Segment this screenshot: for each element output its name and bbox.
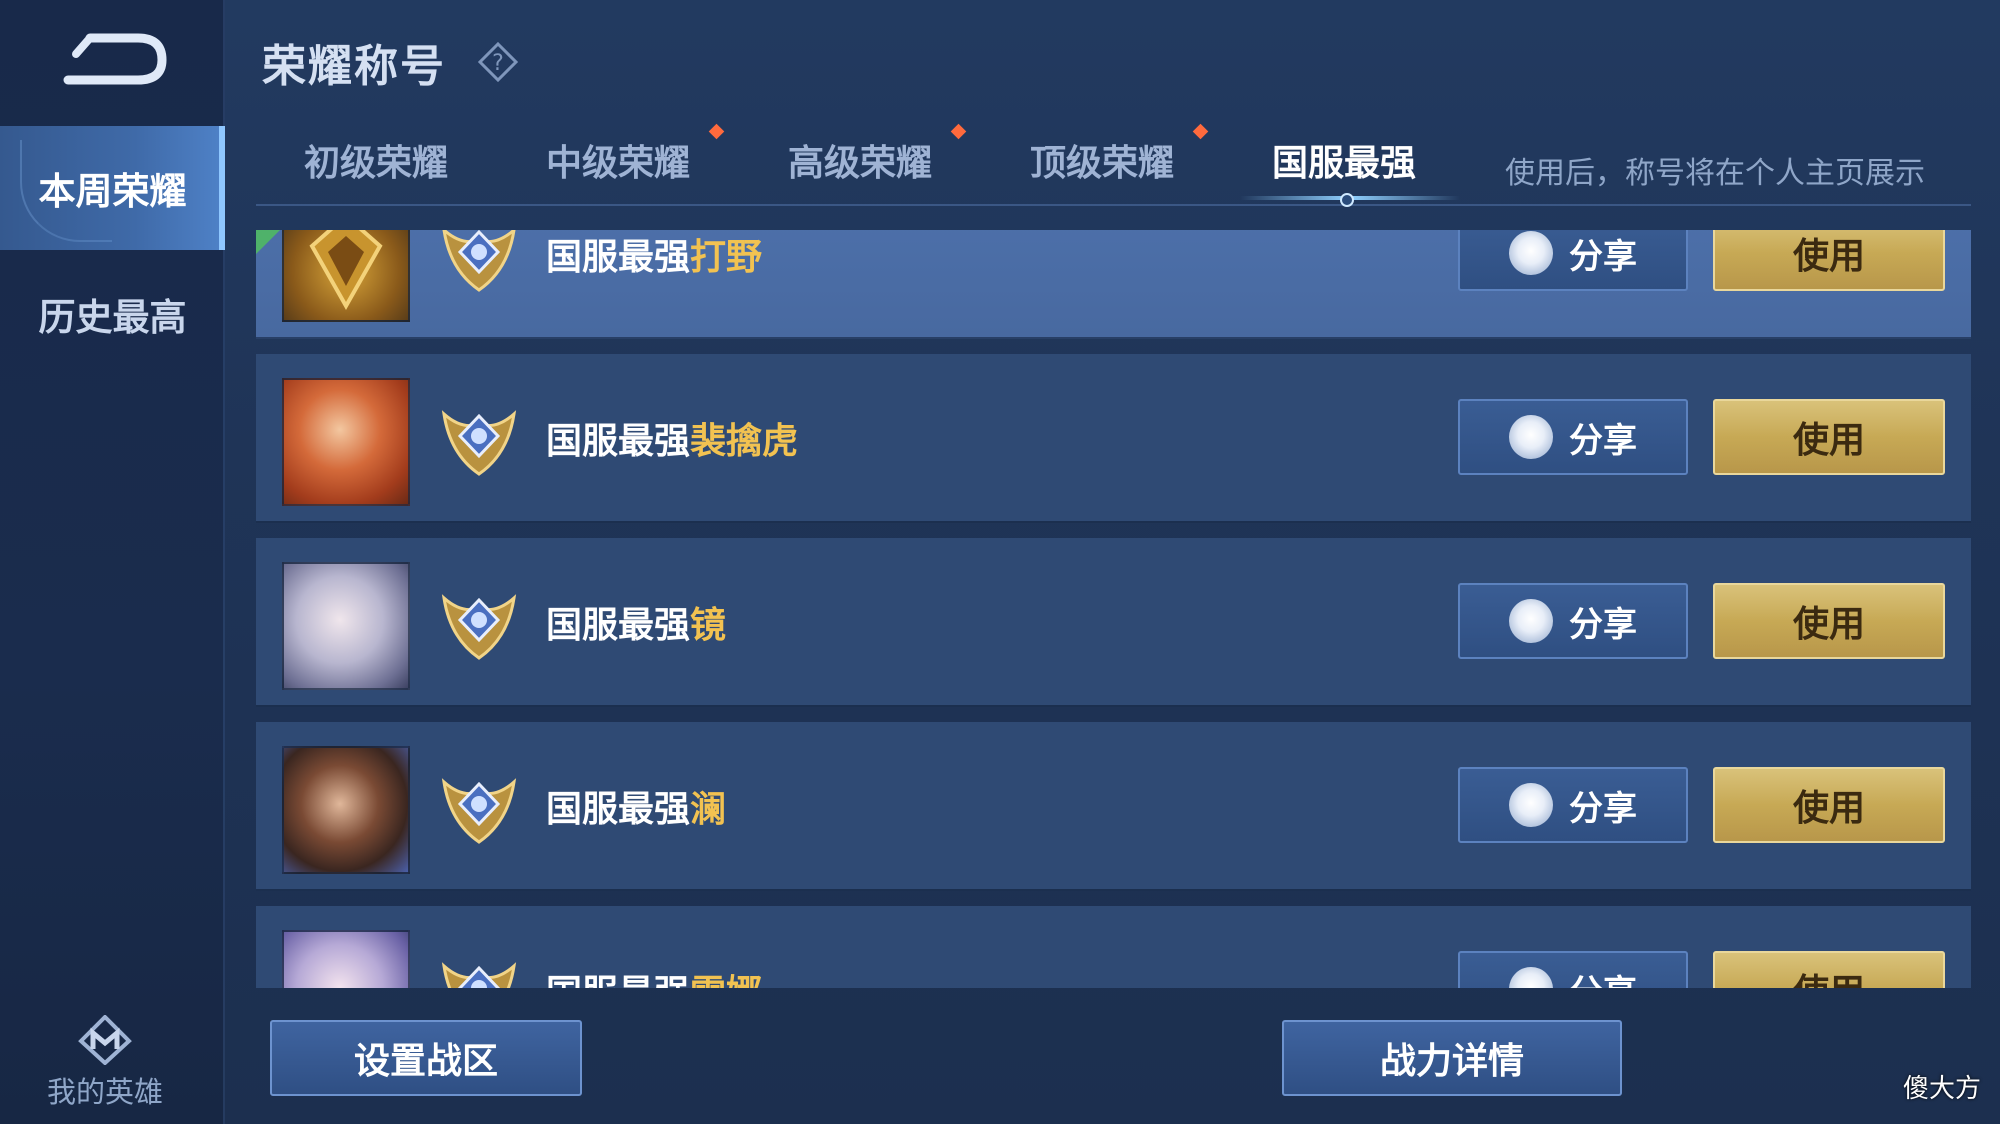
sidebar-item-label: 本周荣耀 xyxy=(38,170,187,213)
new-dot-icon xyxy=(1192,123,1209,140)
title-hero: 打野 xyxy=(690,237,763,278)
new-dot-icon xyxy=(708,123,725,140)
title-hero: 镜 xyxy=(690,605,727,646)
row-title: 国服最强打野 xyxy=(546,230,762,280)
share-label: 分享 xyxy=(1569,236,1637,277)
svg-text:?: ? xyxy=(492,51,504,76)
share-label: 分享 xyxy=(1569,420,1637,461)
qq-penguin-icon xyxy=(1509,783,1553,827)
page-title: 荣耀称号 xyxy=(262,41,446,92)
honor-title-screen: 本周荣耀 历史最高 我的英雄 荣耀称号 ? 初级荣耀 中级荣耀 高级荣耀 顶级荣… xyxy=(0,0,2000,1124)
share-button[interactable]: 分享 xyxy=(1458,230,1688,291)
tab-intermediate[interactable]: 中级荣耀 xyxy=(546,123,725,186)
row-title: 国服最强雪娜 xyxy=(546,964,762,988)
share-label: 分享 xyxy=(1569,788,1637,829)
tab-note: 使用后，称号将在个人主页展示 xyxy=(1505,156,1925,191)
list-item[interactable]: 国服最强澜 分享 使用 xyxy=(256,722,1971,891)
share-label: 分享 xyxy=(1569,965,1637,989)
tab-label: 高级荣耀 xyxy=(788,143,933,184)
qq-penguin-icon xyxy=(1509,415,1553,459)
title-list[interactable]: 国服最强打野 分享 使用 国服最强裴擒虎 分享 使用 国服最强镜 分享 使用 国… xyxy=(256,230,1971,988)
use-button[interactable]: 使用 xyxy=(1713,951,1945,988)
row-title: 国服最强镜 xyxy=(546,596,726,648)
jungle-emblem-icon xyxy=(309,230,383,311)
power-detail-label: 战力详情 xyxy=(1379,1041,1524,1082)
list-item[interactable]: 国服最强雪娜 分享 使用 xyxy=(256,906,1971,988)
share-button[interactable]: 分享 xyxy=(1458,951,1688,988)
share-label: 分享 xyxy=(1569,604,1637,645)
tab-advanced[interactable]: 高级荣耀 xyxy=(788,123,967,186)
hero-avatar-jing xyxy=(282,562,410,690)
share-button[interactable]: 分享 xyxy=(1458,767,1688,843)
national-best-emblem-icon xyxy=(442,230,516,292)
my-hero-button[interactable]: 我的英雄 xyxy=(30,1015,180,1115)
list-item[interactable]: 国服最强裴擒虎 分享 使用 xyxy=(256,354,1971,523)
set-region-button[interactable]: 设置战区 xyxy=(270,1020,582,1096)
use-button[interactable]: 使用 xyxy=(1713,230,1945,291)
title-hero: 澜 xyxy=(690,789,727,830)
back-arrow-icon xyxy=(63,33,167,85)
help-icon[interactable]: ? xyxy=(477,41,519,83)
hero-avatar-peiqinhu xyxy=(282,378,410,506)
share-button[interactable]: 分享 xyxy=(1458,583,1688,659)
list-item[interactable]: 国服最强打野 分享 使用 xyxy=(256,230,1971,339)
qq-penguin-icon xyxy=(1509,967,1553,988)
tab-junior[interactable]: 初级荣耀 xyxy=(304,134,448,186)
national-best-emblem-icon xyxy=(441,594,517,660)
new-dot-icon xyxy=(950,123,967,140)
national-best-emblem-icon xyxy=(441,778,517,844)
title-prefix: 国服最强 xyxy=(546,421,691,462)
use-button[interactable]: 使用 xyxy=(1713,767,1945,843)
national-best-emblem-icon xyxy=(441,410,517,476)
tab-label: 国服最强 xyxy=(1272,143,1417,184)
share-button[interactable]: 分享 xyxy=(1458,399,1688,475)
tab-top[interactable]: 顶级荣耀 xyxy=(1030,123,1209,186)
tab-label: 顶级荣耀 xyxy=(1030,143,1175,184)
title-hero: 雪娜 xyxy=(690,973,762,988)
sidebar-item-history[interactable]: 历史最高 xyxy=(0,252,225,376)
title-prefix: 国服最强 xyxy=(546,605,691,646)
title-prefix: 国服最强 xyxy=(546,237,691,278)
hero-avatar-xuena xyxy=(282,930,410,988)
sidebar-item-weekly[interactable]: 本周荣耀 xyxy=(0,126,225,250)
title-prefix: 国服最强 xyxy=(546,973,690,988)
qq-penguin-icon xyxy=(1509,231,1553,275)
sidebar-item-label: 历史最高 xyxy=(38,296,187,339)
power-detail-button[interactable]: 战力详情 xyxy=(1282,1020,1622,1096)
hero-avatar-lan xyxy=(282,746,410,874)
use-label: 使用 xyxy=(1792,420,1865,461)
my-hero-label: 我的英雄 xyxy=(46,1075,163,1109)
jungle-role-avatar xyxy=(282,230,410,322)
back-button[interactable] xyxy=(60,30,170,90)
use-label: 使用 xyxy=(1792,236,1865,277)
use-label: 使用 xyxy=(1793,963,1865,988)
hero-emblem-icon xyxy=(78,1015,132,1065)
row-title: 国服最强裴擒虎 xyxy=(546,412,798,464)
title-hero: 裴擒虎 xyxy=(690,421,799,462)
use-button[interactable]: 使用 xyxy=(1713,583,1945,659)
title-prefix: 国服最强 xyxy=(546,789,691,830)
watermark: 傻大方 xyxy=(1903,1074,1982,1104)
tab-active-indicator-dot xyxy=(1340,193,1354,207)
selected-corner-icon xyxy=(256,230,280,254)
set-region-label: 设置战区 xyxy=(353,1041,498,1082)
tab-label: 初级荣耀 xyxy=(304,143,449,184)
list-item[interactable]: 国服最强镜 分享 使用 xyxy=(256,538,1971,707)
qq-penguin-icon xyxy=(1509,599,1553,643)
tab-national-best[interactable]: 国服最强 xyxy=(1272,134,1416,186)
tab-label: 中级荣耀 xyxy=(546,143,691,184)
use-label: 使用 xyxy=(1792,788,1865,829)
use-label: 使用 xyxy=(1792,604,1865,645)
row-title: 国服最强澜 xyxy=(546,780,726,832)
national-best-emblem-icon xyxy=(441,962,517,988)
use-button[interactable]: 使用 xyxy=(1713,399,1945,475)
sidebar: 本周荣耀 历史最高 我的英雄 xyxy=(0,0,225,1124)
